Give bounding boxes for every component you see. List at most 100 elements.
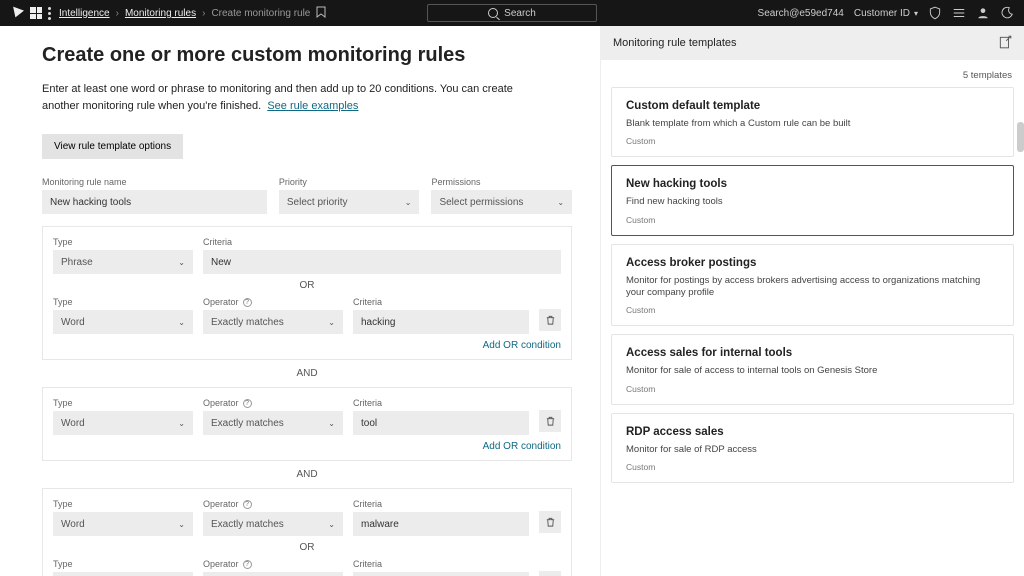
topbar: Intelligence › Monitoring rules › Create… (0, 0, 1024, 26)
template-tag: Custom (626, 215, 999, 225)
operator-select[interactable]: Exactly matches⌄ (203, 512, 343, 536)
template-title: Custom default template (626, 100, 999, 112)
label-type: Type (53, 297, 193, 307)
label-operator: Operator? (203, 559, 343, 569)
add-or-condition[interactable]: Add OR condition (53, 441, 561, 452)
template-desc: Monitor for postings by access brokers a… (626, 275, 999, 300)
template-desc: Find new hacking tools (626, 196, 999, 208)
template-card[interactable]: Access broker postings Monitor for posti… (611, 244, 1014, 327)
operator-select[interactable]: Exactly matches⌄ (203, 572, 343, 576)
and-separator: AND (42, 368, 572, 379)
delete-row-button[interactable] (539, 309, 561, 331)
side-panel-title: Monitoring rule templates (613, 37, 737, 49)
label-criteria: Criteria (353, 398, 529, 408)
or-separator: OR (53, 280, 561, 291)
breadcrumb-intelligence[interactable]: Intelligence (59, 8, 110, 19)
template-tag: Custom (626, 305, 999, 315)
criteria-input[interactable] (353, 310, 529, 334)
help-icon[interactable]: ? (243, 399, 252, 408)
permissions-select[interactable]: Select permissions⌄ (431, 190, 572, 214)
template-desc: Monitor for sale of access to internal t… (626, 365, 999, 377)
breadcrumb: Intelligence › Monitoring rules › Create… (59, 6, 326, 21)
breadcrumb-current: Create monitoring rule (211, 8, 310, 19)
criteria-input[interactable] (203, 250, 561, 274)
template-card[interactable]: New hacking tools Find new hacking tools… (611, 165, 1014, 235)
help-icon[interactable]: ? (243, 298, 252, 307)
label-type: Type (53, 559, 193, 569)
add-or-condition[interactable]: Add OR condition (53, 340, 561, 351)
priority-select[interactable]: Select priority⌄ (279, 190, 420, 214)
moon-icon[interactable] (1000, 6, 1014, 20)
criteria-input[interactable] (353, 512, 529, 536)
page-title: Create one or more custom monitoring rul… (42, 44, 572, 67)
label-criteria: Criteria (203, 237, 561, 247)
search-icon (488, 8, 498, 18)
type-select[interactable]: Phrase⌄ (53, 250, 193, 274)
condition-group: Type Phrase⌄ Criteria OR Type Word⌄ (42, 226, 572, 360)
template-count: 5 templates (601, 60, 1024, 87)
label-criteria: Criteria (353, 297, 529, 307)
label-priority: Priority (279, 177, 420, 187)
and-separator: AND (42, 469, 572, 480)
type-select[interactable]: Word⌄ (53, 310, 193, 334)
template-desc: Blank template from which a Custom rule … (626, 118, 999, 130)
template-card[interactable]: Custom default template Blank template f… (611, 87, 1014, 157)
shield-icon[interactable] (928, 6, 942, 20)
search-placeholder: Search (504, 8, 536, 19)
label-operator: Operator? (203, 398, 343, 408)
view-templates-button[interactable]: View rule template options (42, 134, 183, 159)
condition-group: Type Word⌄ Operator? Exactly matches⌄ Crit… (42, 488, 572, 576)
type-select[interactable]: Word⌄ (53, 512, 193, 536)
condition-group: Type Word⌄ Operator? Exactly matches⌄ Cr… (42, 387, 572, 461)
criteria-input[interactable] (353, 572, 529, 576)
operator-select[interactable]: Exactly matches⌄ (203, 310, 343, 334)
user-icon[interactable] (976, 6, 990, 20)
rule-name-input[interactable] (42, 190, 267, 214)
account-label: Search@e59ed744 (758, 8, 844, 19)
stack-icon[interactable] (952, 6, 966, 20)
brand-logo-icon (10, 6, 24, 20)
export-icon[interactable] (998, 35, 1012, 52)
template-tag: Custom (626, 462, 999, 472)
label-type: Type (53, 398, 193, 408)
template-title: Access broker postings (626, 257, 999, 269)
more-dots-icon[interactable] (48, 7, 51, 20)
template-card[interactable]: RDP access sales Monitor for sale of RDP… (611, 413, 1014, 483)
or-separator: OR (53, 542, 561, 553)
see-examples-link[interactable]: See rule examples (267, 100, 358, 112)
label-type: Type (53, 237, 193, 247)
customer-id-menu[interactable]: Customer ID▾ (854, 8, 918, 19)
side-panel: Monitoring rule templates 5 templates Cu… (600, 26, 1024, 576)
operator-select[interactable]: Exactly matches⌄ (203, 411, 343, 435)
criteria-input[interactable] (353, 411, 529, 435)
template-card[interactable]: Access sales for internal tools Monitor … (611, 334, 1014, 404)
bookmark-icon[interactable] (316, 6, 326, 21)
template-tag: Custom (626, 136, 999, 146)
template-title: Access sales for internal tools (626, 347, 999, 359)
main-panel: Create one or more custom monitoring rul… (0, 26, 600, 576)
app-grid-icon[interactable] (30, 7, 42, 19)
delete-row-button[interactable] (539, 571, 561, 576)
breadcrumb-monitoring-rules[interactable]: Monitoring rules (125, 8, 196, 19)
help-icon[interactable]: ? (243, 560, 252, 569)
help-icon[interactable]: ? (243, 500, 252, 509)
label-type: Type (53, 499, 193, 509)
label-operator: Operator? (203, 499, 343, 509)
label-criteria: Criteria (353, 499, 529, 509)
scrollbar-thumb[interactable] (1017, 122, 1024, 152)
type-select[interactable]: Word⌄ (53, 411, 193, 435)
label-permissions: Permissions (431, 177, 572, 187)
template-desc: Monitor for sale of RDP access (626, 444, 999, 456)
delete-row-button[interactable] (539, 511, 561, 533)
label-criteria: Criteria (353, 559, 529, 569)
type-select[interactable]: Word⌄ (53, 572, 193, 576)
delete-row-button[interactable] (539, 410, 561, 432)
page-intro: Enter at least one word or phrase to mon… (42, 81, 542, 114)
label-operator: Operator? (203, 297, 343, 307)
global-search[interactable]: Search (427, 4, 597, 22)
template-title: New hacking tools (626, 178, 999, 190)
template-tag: Custom (626, 384, 999, 394)
label-rule-name: Monitoring rule name (42, 177, 267, 187)
brand-block (10, 6, 51, 20)
template-title: RDP access sales (626, 426, 999, 438)
